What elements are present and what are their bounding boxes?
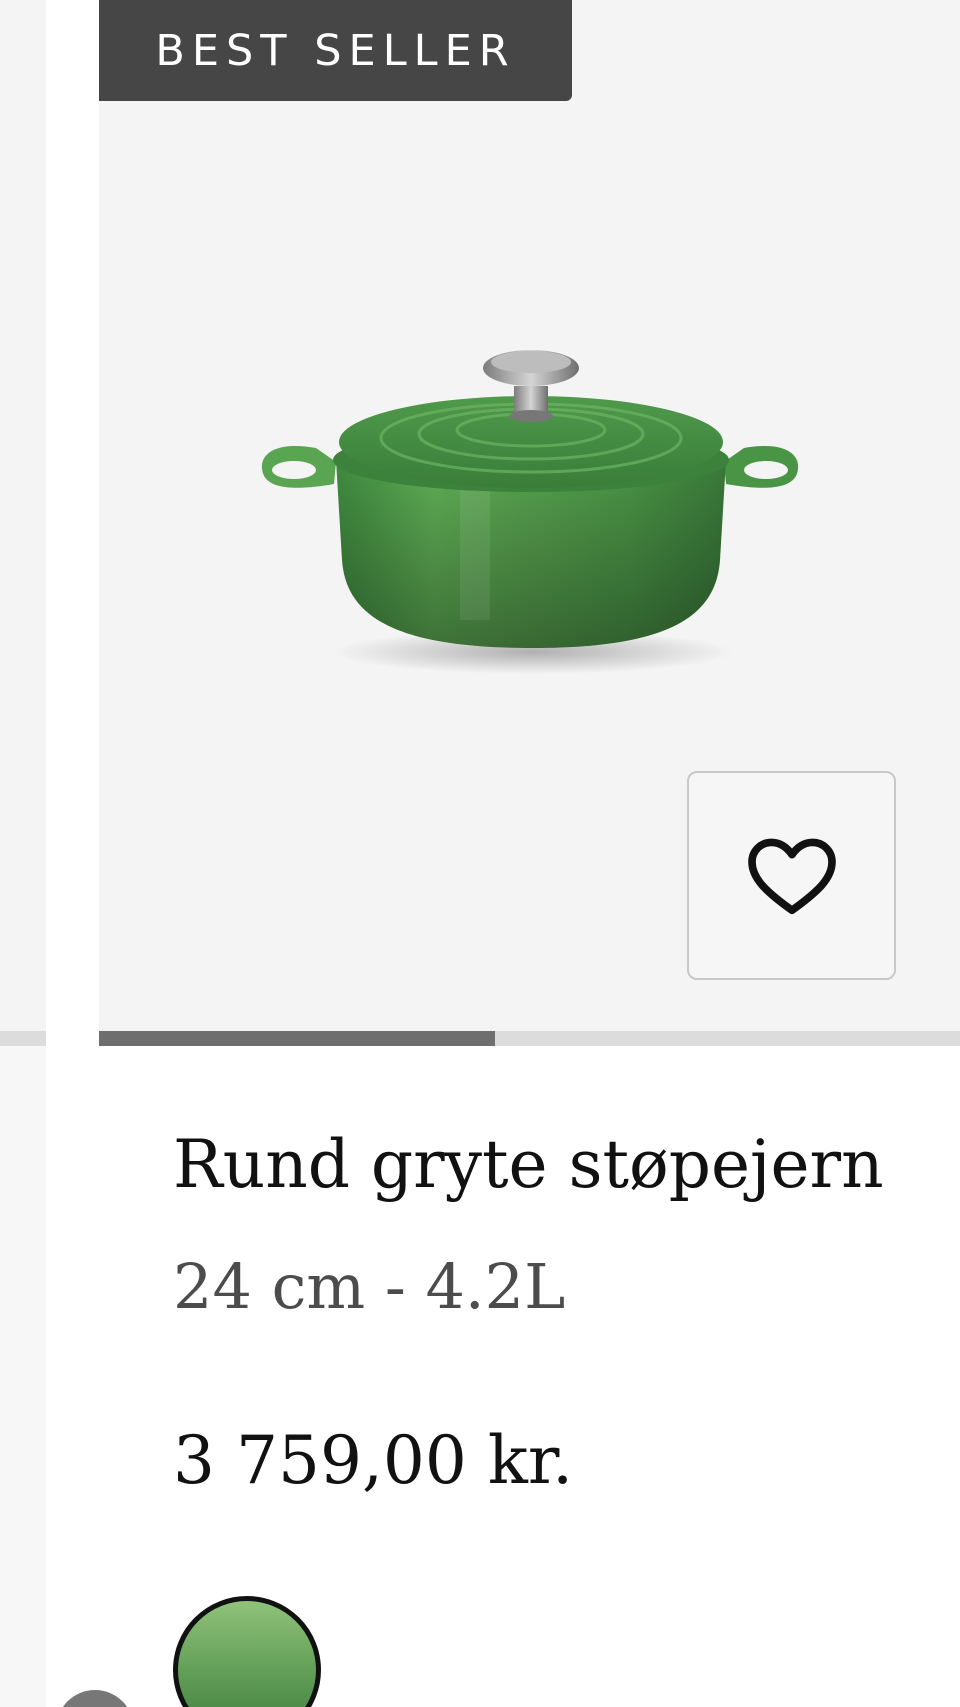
carousel-progress-fill bbox=[99, 1031, 495, 1046]
product-image[interactable] bbox=[250, 330, 810, 690]
best-seller-badge: BEST SELLER bbox=[99, 0, 572, 101]
product-size: 24 cm - 4.2L bbox=[173, 1250, 566, 1323]
previous-product-card[interactable] bbox=[0, 0, 46, 1036]
product-title[interactable]: Rund gryte støpejern bbox=[173, 1126, 884, 1203]
product-price: 3 759,00 kr. bbox=[173, 1422, 574, 1499]
color-swatch-green[interactable] bbox=[173, 1596, 321, 1707]
favorite-button[interactable] bbox=[687, 771, 896, 980]
previous-product-info bbox=[0, 1046, 46, 1707]
carousel-progress-gap bbox=[46, 1031, 99, 1046]
carousel-gap bbox=[46, 0, 99, 1707]
heart-icon bbox=[747, 838, 836, 914]
